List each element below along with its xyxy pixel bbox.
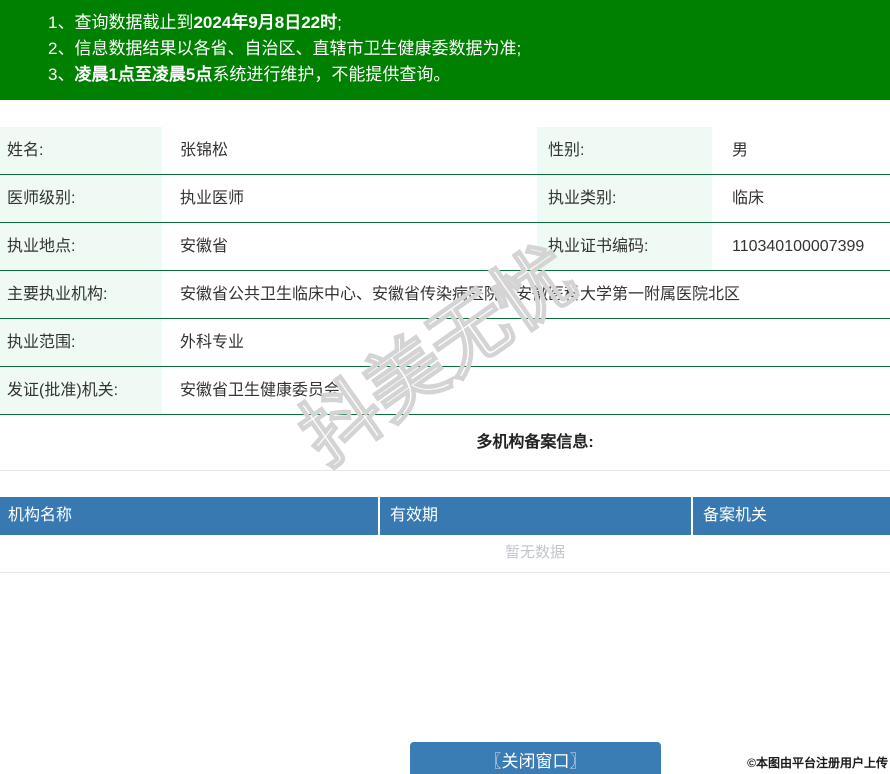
field-label-certificate-number: 执业证书编码: <box>537 223 712 270</box>
query-result-page: 1、查询数据截止到2024年9月8日22时; 2、信息数据结果以各省、自治区、直… <box>0 0 890 774</box>
notice-number: 3、 <box>48 65 75 84</box>
notice-text: 系统进行维护，不能提供查询。 <box>212 65 451 84</box>
field-value-practice-location: 安徽省 <box>180 238 229 255</box>
notice-line-3: 3、凌晨1点至凌晨5点系统进行维护，不能提供查询。 <box>48 62 880 88</box>
table-row-name-sex: 姓名: 张锦松 性别: 男 <box>0 127 890 175</box>
field-value-doctor-level: 执业医师 <box>180 190 245 207</box>
table-row-issuing-authority: 发证(批准)机关: 安徽省卫生健康委员会 <box>0 367 890 415</box>
field-label-issuing-authority: 发证(批准)机关: <box>0 367 162 414</box>
notice-number: 1、 <box>48 13 75 32</box>
field-value-name: 张锦松 <box>180 142 229 159</box>
column-header-validity-period: 有效期 <box>380 497 693 535</box>
notice-line-2: 2、信息数据结果以各省、自治区、直辖市卫生健康委数据为准; <box>48 36 880 62</box>
field-value-issuing-authority: 安徽省卫生健康委员会 <box>180 382 341 399</box>
field-label-practice-location: 执业地点: <box>0 223 162 270</box>
upload-credit: ©本图由平台注册用户上传 <box>747 756 888 770</box>
notice-bold-text: 凌晨1点至凌晨5点 <box>74 65 213 84</box>
field-value-main-institution: 安徽省公共卫生临床中心、安徽省传染病医院、安徽医科大学第一附属医院北区 <box>180 286 741 303</box>
field-label-main-institution: 主要执业机构: <box>0 271 162 318</box>
table-row-practice-scope: 执业范围: 外科专业 <box>0 319 890 367</box>
field-value-practice-scope: 外科专业 <box>180 334 245 351</box>
notice-text: ; <box>337 13 342 32</box>
empty-data-text: 暂无数据 <box>504 544 565 561</box>
notice-line-1: 1、查询数据截止到2024年9月8日22时; <box>48 10 880 36</box>
column-header-filing-authority: 备案机关 <box>703 507 768 524</box>
close-window-button[interactable]: 〖关闭窗口〗 <box>410 742 661 774</box>
notice-text: 信息数据结果以各省、自治区、直辖市卫生健康委数据为准; <box>74 39 522 58</box>
field-label-practice-category: 执业类别: <box>537 175 712 222</box>
field-label-name: 姓名: <box>0 127 162 174</box>
notice-bold-text: 2024年9月8日22时 <box>193 13 338 32</box>
notice-number: 2、 <box>48 39 75 58</box>
field-label-sex: 性别: <box>537 127 712 174</box>
column-header-institution-name: 机构名称 <box>0 497 380 535</box>
table-row-level-category: 医师级别: 执业医师 执业类别: 临床 <box>0 175 890 223</box>
section-title-multi-institution: 多机构备案信息: <box>476 434 594 451</box>
divider <box>0 572 890 573</box>
notice-banner: 1、查询数据截止到2024年9月8日22时; 2、信息数据结果以各省、自治区、直… <box>0 0 890 100</box>
table-row-location-certno: 执业地点: 安徽省 执业证书编码: 110340100007399 <box>0 223 890 271</box>
filing-table-header: 机构名称 有效期 备案机关 <box>0 497 890 535</box>
field-label-practice-scope: 执业范围: <box>0 319 162 366</box>
field-value-sex: 男 <box>732 142 749 159</box>
table-row-main-institution: 主要执业机构: 安徽省公共卫生临床中心、安徽省传染病医院、安徽医科大学第一附属医… <box>0 271 890 319</box>
field-label-doctor-level: 医师级别: <box>0 175 162 222</box>
field-value-certificate-number: 110340100007399 <box>732 238 865 255</box>
notice-text: 查询数据截止到 <box>74 13 194 32</box>
divider <box>0 470 890 471</box>
field-value-practice-category: 临床 <box>732 190 765 207</box>
